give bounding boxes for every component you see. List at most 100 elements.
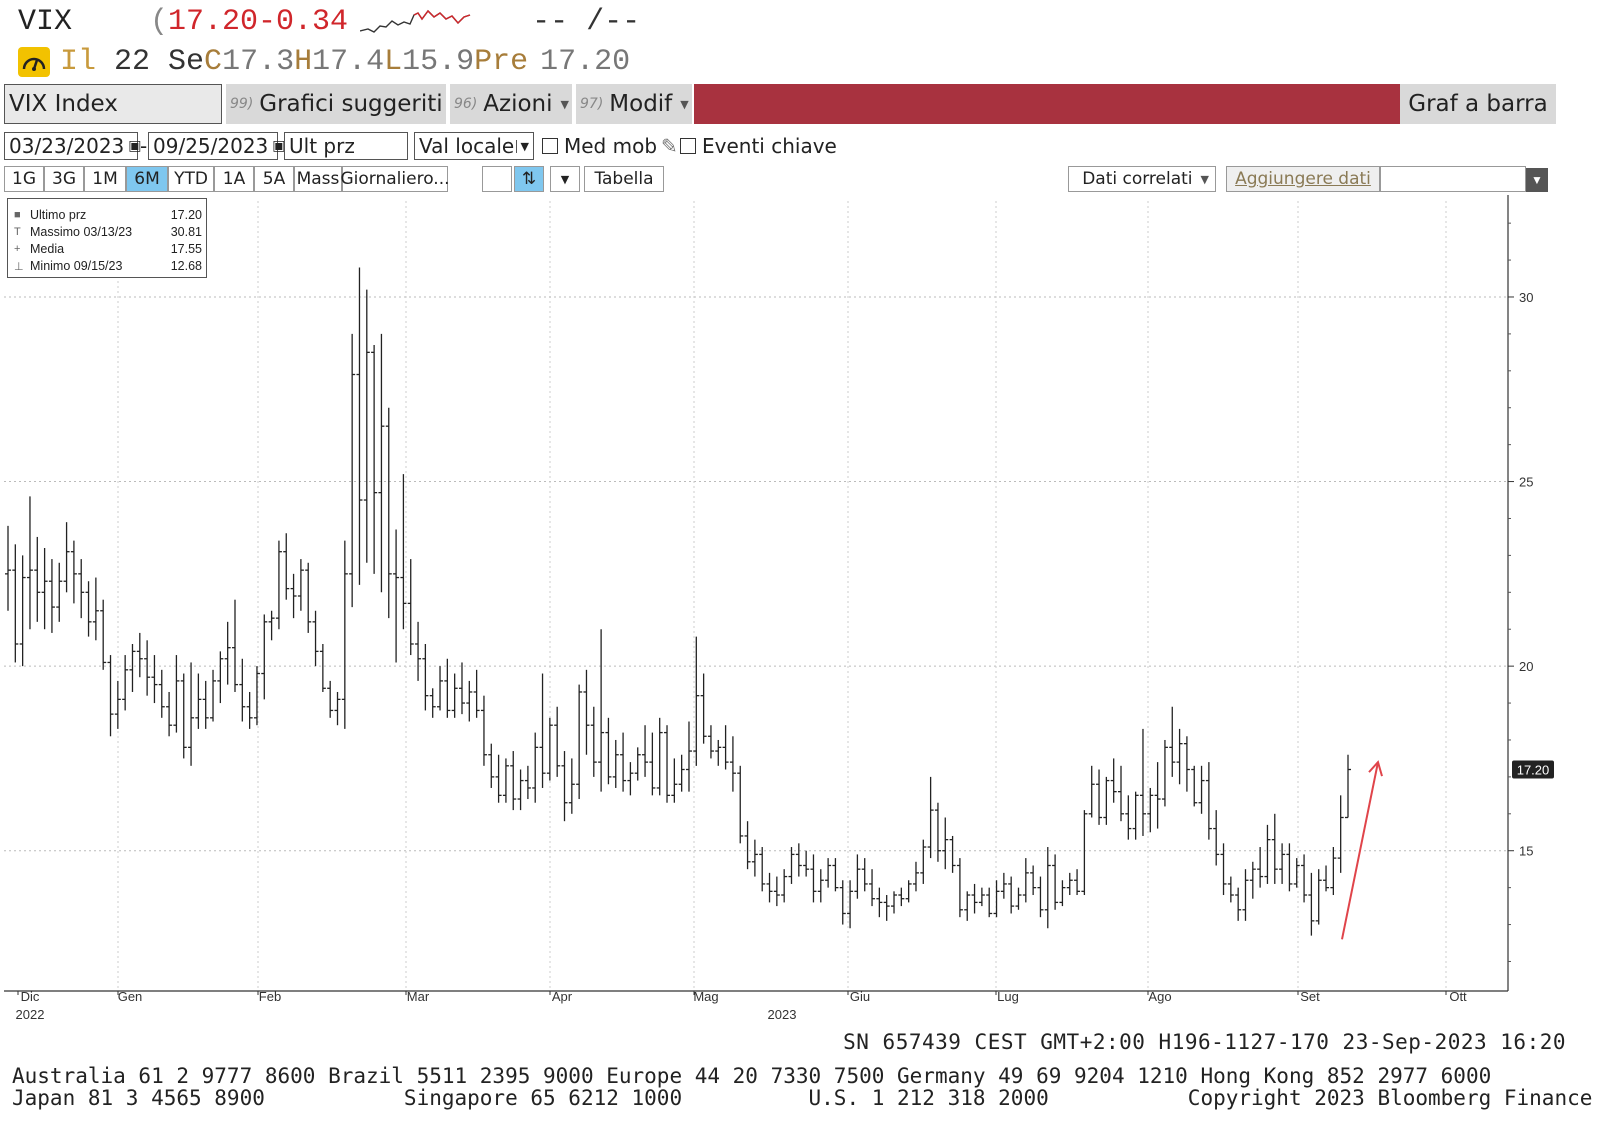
range-button-5a[interactable]: 5A: [254, 166, 294, 192]
ohlc-bar: [41, 548, 48, 630]
ohlc-bar: [876, 887, 883, 918]
table-button[interactable]: Tabella: [584, 166, 664, 192]
ohlc-bar: [1044, 847, 1051, 929]
ohlc-bar: [612, 739, 619, 788]
ohlc-bar: [759, 847, 766, 892]
ohlc-bar: [869, 869, 876, 907]
ohlc-bar: [773, 876, 780, 907]
ohlc-bar: [971, 883, 978, 914]
x-tick-label: Ott: [1449, 989, 1467, 1004]
x-tick-label: Set: [1300, 989, 1320, 1004]
add-data-input[interactable]: Aggiungere dati: [1226, 166, 1380, 192]
ohlc-bar: [554, 706, 561, 777]
toolbar-filler: [1380, 166, 1526, 192]
range-button-mass[interactable]: Mass: [294, 166, 342, 192]
ohlc-bar: [1132, 791, 1139, 840]
legend-symbol: +: [14, 243, 21, 255]
legend-value: 17.20: [170, 208, 202, 222]
moving-average-toggle[interactable]: Med mob ✎: [542, 132, 678, 160]
ohlc-bar: [1257, 847, 1264, 888]
ohlc-bar: [949, 835, 956, 873]
ohlc-bar: [1330, 847, 1337, 896]
ohlc-bar: [861, 858, 868, 892]
ohlc-bar: [532, 732, 539, 803]
related-data-button[interactable]: Dati correlati ▼: [1068, 166, 1216, 192]
security-label: VIX Index: [9, 91, 118, 117]
range-button-1a[interactable]: 1A: [214, 166, 254, 192]
ohlc-bar: [473, 669, 480, 718]
key-events-toggle[interactable]: Eventi chiave: [680, 132, 837, 160]
ohlc-bar: [429, 688, 436, 718]
ohlc-bar: [144, 640, 151, 696]
last-price-label: 17.20: [1517, 763, 1550, 778]
field-select[interactable]: Ult prz: [284, 132, 408, 160]
end-date-input[interactable]: 09/25/2023 ▣: [148, 132, 286, 160]
ohlc-bar: [568, 758, 575, 814]
ohlc-bar: [1096, 769, 1103, 825]
suggested-charts-button[interactable]: 99) Grafici suggeriti ▼: [226, 84, 459, 124]
ohlc-bar: [898, 887, 905, 907]
frequency-icon[interactable]: ⇅: [514, 166, 544, 192]
ohlc-bar: [583, 669, 590, 755]
ohlc-bar: [1271, 813, 1278, 884]
range-button-6m[interactable]: 6M: [126, 166, 168, 192]
security-field[interactable]: VIX Index: [4, 84, 222, 124]
pencil-icon[interactable]: ✎: [661, 134, 678, 158]
ohlc-bar: [1198, 765, 1205, 814]
ohlc-bar: [239, 658, 246, 722]
gauge-icon[interactable]: [18, 47, 50, 77]
ohlc-bar: [795, 843, 802, 877]
ohlc-bar: [334, 691, 341, 726]
ohlc-bar: [1022, 858, 1029, 903]
y-tick-label: 30: [1519, 290, 1533, 305]
ohlc-bar: [642, 725, 649, 777]
y-tick-label: 15: [1519, 844, 1533, 859]
ohlc-bar: [810, 854, 817, 903]
ohlc-bar: [751, 839, 758, 877]
legend-row: ⊥ Minimo 09/15/23 12.68: [14, 258, 202, 274]
ohlc-bar: [5, 525, 11, 611]
ohlc-bar: [151, 655, 158, 704]
chevron-down-icon: ▼: [515, 139, 533, 153]
key-events-checkbox[interactable]: [680, 138, 696, 154]
bar-chart-type-button[interactable]: Graf a barra: [1400, 84, 1556, 124]
ohlc-bar: [246, 691, 253, 729]
ohlc-bar: [986, 887, 993, 918]
ohlc-bar: [1081, 810, 1088, 896]
x-tick-label: Gen: [118, 989, 143, 1004]
range-button-giornaliero[interactable]: Giornaliero...: [341, 166, 450, 192]
range-button-1g[interactable]: 1G: [4, 166, 44, 192]
moving-average-checkbox[interactable]: [542, 138, 558, 154]
menu-toggle-icon[interactable]: ▼: [1526, 168, 1548, 192]
ohlc-bar: [700, 673, 707, 744]
footer-phones-2: Japan 81 3 4565 8900 Singapore 65 6212 1…: [12, 1086, 1600, 1110]
session-day: 22: [114, 45, 151, 79]
range-button-1m[interactable]: 1M: [84, 166, 126, 192]
ohlc-bar: [956, 858, 963, 918]
currency-select[interactable]: Val locale ▼: [414, 132, 534, 160]
ohlc-bar: [312, 610, 319, 667]
chevron-down-icon[interactable]: ▼: [550, 166, 580, 192]
ohlc-bar: [78, 559, 85, 619]
ohlc-bar: [122, 655, 129, 711]
prev-label: Pre: [474, 45, 529, 79]
ohlc-bar: [817, 869, 824, 903]
legend-label: Minimo 09/15/23: [30, 259, 123, 273]
actions-button[interactable]: 96) Azioni ▼: [450, 84, 572, 124]
ohlc-bar: [253, 666, 260, 726]
ohlc-bar: [173, 655, 180, 733]
ohlc-bar: [605, 717, 612, 785]
range-selector: 1G 3G 1M 6M YTD 1A 5A Mass Giornaliero...: [4, 166, 450, 194]
prev-value: 17.20: [540, 45, 631, 79]
ohlc-bar: [1183, 736, 1190, 792]
range-button-3g[interactable]: 3G: [44, 166, 84, 192]
range-button-ytd[interactable]: YTD: [168, 166, 214, 192]
ohlc-bar: [649, 732, 656, 796]
start-date-input[interactable]: 03/23/2023 ▣: [4, 132, 142, 160]
ohlc-bar: [1337, 795, 1344, 873]
ohlc-bar: [437, 666, 444, 711]
ohlc-bar: [1242, 869, 1249, 921]
ohlc-bar: [883, 895, 890, 921]
ohlc-bar: [539, 673, 546, 788]
edit-button[interactable]: 97) Modif ▼: [576, 84, 692, 124]
